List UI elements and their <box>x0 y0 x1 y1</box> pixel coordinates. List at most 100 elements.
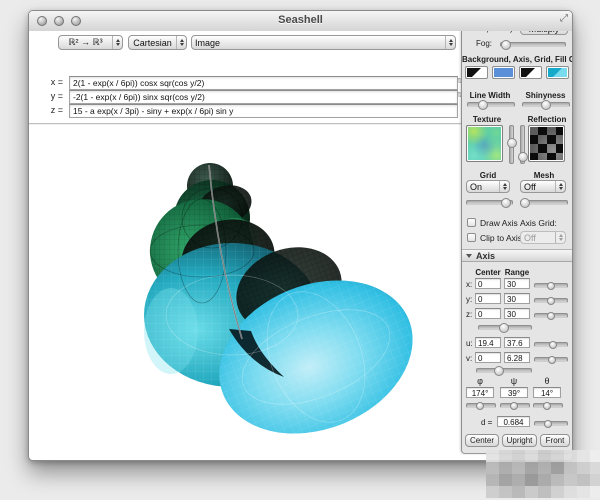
x-equation-field[interactable]: 2(1 - exp(x / 6pi)) cosx sqr(cos y/2) <box>69 76 458 90</box>
reflection-thumbnail[interactable] <box>528 125 565 162</box>
transparency-popup[interactable]: Multiply <box>520 31 568 35</box>
z-equation-field[interactable]: 15 - a exp(x / 3pi) - siny + exp(x / 6pi… <box>69 104 458 118</box>
d-field[interactable]: 0.684 <box>497 416 530 427</box>
watermark-mosaic <box>486 450 600 498</box>
resize-grip-icon[interactable]: ⤢ <box>560 13 568 24</box>
texture-thumbnail[interactable] <box>466 125 503 162</box>
mesh-slider[interactable] <box>520 200 568 205</box>
y-range-slider[interactable] <box>534 298 568 303</box>
v-min-field[interactable]: 0 <box>475 352 501 363</box>
domain-popup-label: ℝ² → ℝ³ <box>59 37 112 48</box>
d-slider[interactable] <box>534 421 568 426</box>
mesh-popup-value: Off <box>521 182 555 192</box>
v-slider-knob[interactable] <box>548 356 556 364</box>
theta-symbol: θ <box>533 376 561 386</box>
texture-slider-knob[interactable] <box>507 138 517 148</box>
xyz-zoom-slider[interactable] <box>478 325 532 330</box>
z-range-slider-knob[interactable] <box>547 312 555 320</box>
shinyness-slider[interactable] <box>522 102 570 107</box>
fill-color-well[interactable] <box>546 66 569 79</box>
y-range-slider-knob[interactable] <box>547 297 555 305</box>
axis-grid-popup-value: Off <box>521 233 555 243</box>
y-center-field[interactable]: 0 <box>475 293 501 304</box>
disclosure-triangle-icon[interactable] <box>466 254 472 261</box>
v-row-label: v: <box>466 354 472 363</box>
center-button[interactable]: Center <box>465 434 499 447</box>
v-max-field[interactable]: 6.28 <box>504 352 530 363</box>
draw-axis-checkbox[interactable] <box>467 218 476 227</box>
line-width-slider[interactable] <box>467 102 515 107</box>
x-range-field[interactable]: 30 <box>504 278 530 289</box>
main-content: ℝ² → ℝ³ Cartesian Image x = 2(1 - exp(x … <box>29 31 572 460</box>
u-max-field[interactable]: 37.6 <box>504 337 530 348</box>
texture-label: Texture <box>462 115 512 124</box>
y-equation-field[interactable]: -2(1 - exp(x / 6pi)) sinx sqr(cos y/2) <box>69 90 458 104</box>
z-center-field[interactable]: 0 <box>475 308 501 319</box>
background-color-well[interactable] <box>465 66 488 79</box>
line-width-slider-knob[interactable] <box>478 100 488 110</box>
axis-color-well[interactable] <box>492 66 515 79</box>
z-axis-row-label: z: <box>466 310 472 319</box>
upright-button[interactable]: Upright <box>502 434 537 447</box>
reflection-slider-knob[interactable] <box>518 152 528 162</box>
fog-slider[interactable] <box>500 42 566 47</box>
d-slider-knob[interactable] <box>544 420 552 428</box>
texture-slider[interactable] <box>509 125 514 164</box>
psi-slider[interactable] <box>500 403 530 408</box>
theta-slider[interactable] <box>533 403 563 408</box>
psi-slider-knob[interactable] <box>510 402 518 410</box>
title-bar[interactable]: Seashell ⤢ <box>29 11 572 32</box>
display-mode-popup[interactable]: Image <box>191 35 456 50</box>
axis-grid-popup[interactable]: Off <box>520 231 566 244</box>
mosaic-cell <box>577 462 590 474</box>
z-range-slider[interactable] <box>534 313 568 318</box>
uv-zoom-slider[interactable] <box>476 368 532 373</box>
x-range-slider[interactable] <box>534 283 568 288</box>
x-range-slider-knob[interactable] <box>547 282 555 290</box>
u-min-field[interactable]: 19.4 <box>475 337 501 348</box>
z-range-field[interactable]: 30 <box>504 308 530 319</box>
popup-stepper-icon <box>112 36 122 49</box>
coordinates-popup[interactable]: Cartesian <box>128 35 187 50</box>
seashell-plot[interactable] <box>99 139 439 460</box>
reflection-slider[interactable] <box>520 125 525 164</box>
y-range-field[interactable]: 30 <box>504 293 530 304</box>
clip-to-axis-checkbox[interactable] <box>467 233 476 242</box>
mosaic-cell <box>590 462 600 474</box>
uv-zoom-slider-knob[interactable] <box>494 366 504 376</box>
mosaic-cell <box>551 462 564 474</box>
mosaic-cell <box>525 450 538 462</box>
phi-slider[interactable] <box>466 403 496 408</box>
mesh-popup[interactable]: Off <box>520 180 566 193</box>
theta-field[interactable]: 14° <box>533 387 561 398</box>
x-center-field[interactable]: 0 <box>475 278 501 289</box>
mosaic-cell <box>512 486 525 498</box>
axis-section-header[interactable]: Axis <box>462 249 572 262</box>
grid-label: Grid <box>462 171 514 180</box>
u-slider-knob[interactable] <box>549 341 557 349</box>
fog-slider-knob[interactable] <box>501 40 511 50</box>
grid-color-well[interactable] <box>519 66 542 79</box>
mesh-slider-knob[interactable] <box>520 198 530 208</box>
domain-popup[interactable]: ℝ² → ℝ³ <box>58 35 123 50</box>
mosaic-cell <box>486 450 499 462</box>
v-slider[interactable] <box>534 357 568 362</box>
grid-popup[interactable]: On <box>466 180 510 193</box>
mosaic-cell <box>577 474 590 486</box>
mosaic-cell <box>499 462 512 474</box>
phi-slider-knob[interactable] <box>476 402 484 410</box>
mosaic-cell <box>538 474 551 486</box>
u-slider[interactable] <box>534 342 568 347</box>
theta-slider-knob[interactable] <box>543 402 551 410</box>
xyz-zoom-slider-knob[interactable] <box>499 323 509 333</box>
grid-slider-knob[interactable] <box>501 198 511 208</box>
range-header: Range <box>504 268 530 277</box>
toolbar-separator <box>29 123 461 124</box>
psi-field[interactable]: 39° <box>500 387 528 398</box>
front-button[interactable]: Front <box>540 434 570 447</box>
mosaic-cell <box>564 450 577 462</box>
grid-slider[interactable] <box>466 200 513 205</box>
shinyness-slider-knob[interactable] <box>541 100 551 110</box>
phi-field[interactable]: 174° <box>466 387 494 398</box>
mosaic-cell <box>538 450 551 462</box>
